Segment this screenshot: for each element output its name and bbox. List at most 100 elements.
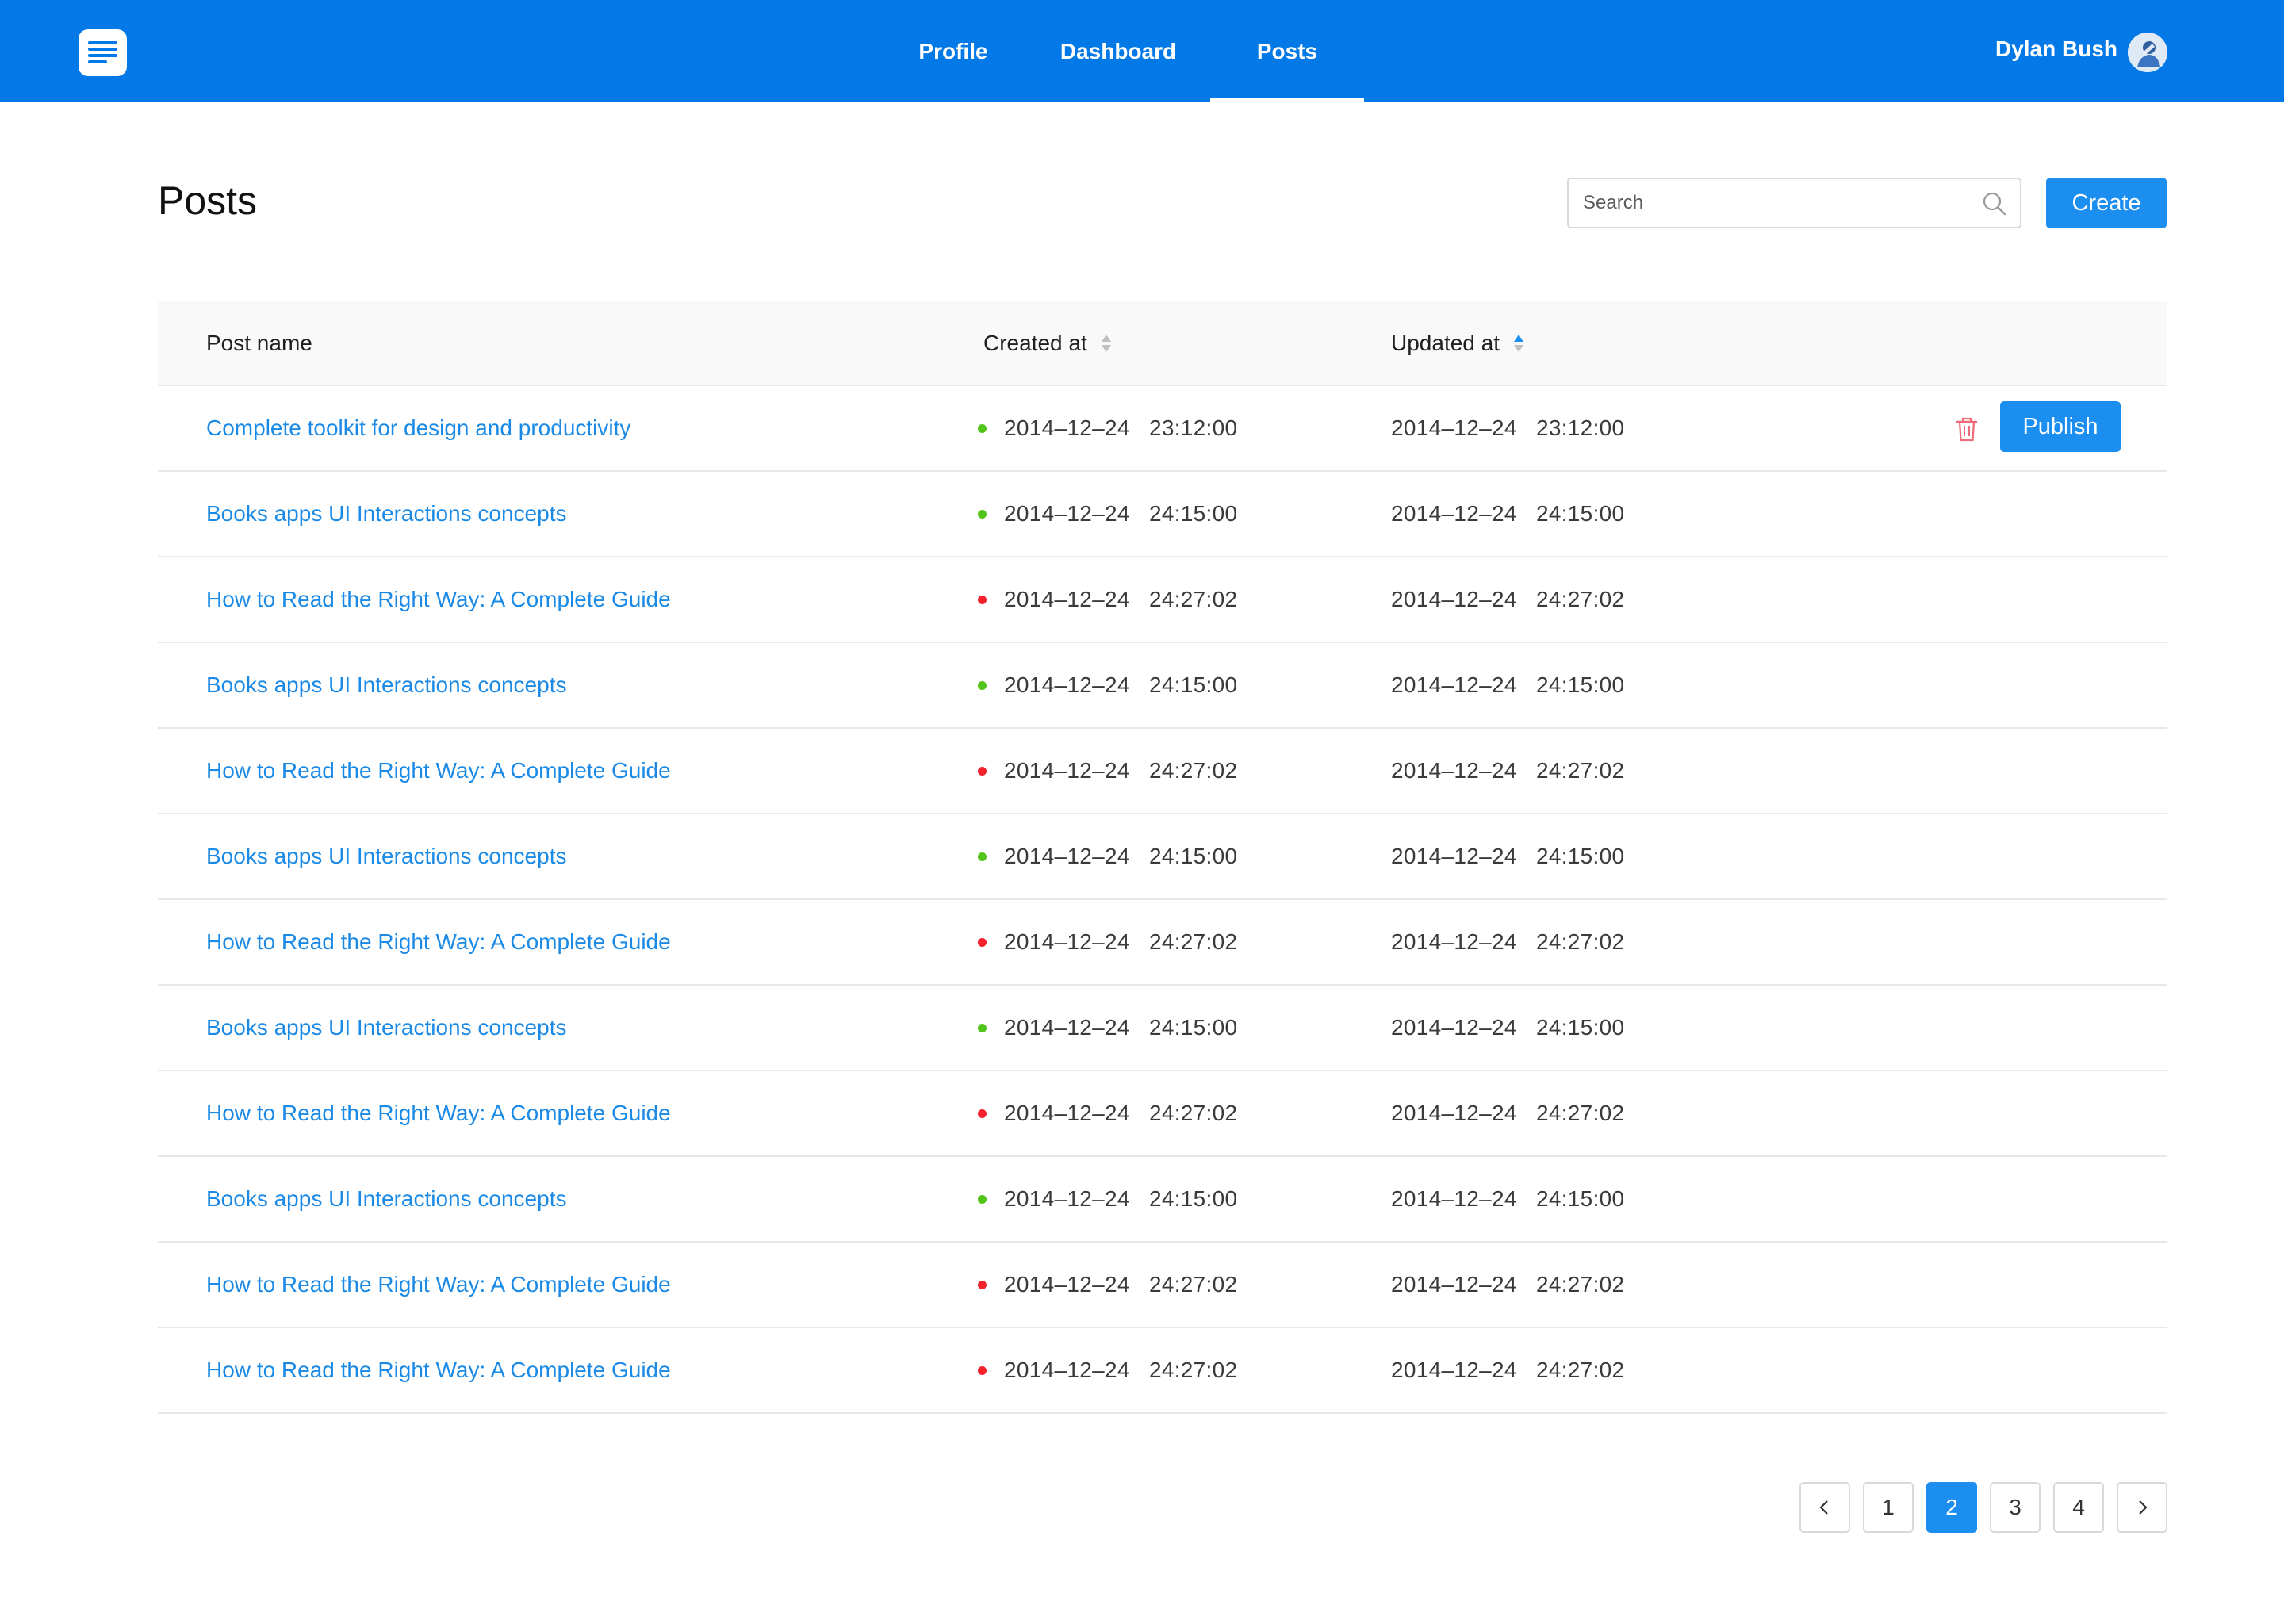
post-name-cell: How to Read the Right Way: A Complete Gu… xyxy=(206,1243,671,1327)
status-dot xyxy=(978,1194,987,1204)
pagination-page-3[interactable]: 3 xyxy=(1990,1482,2041,1533)
status-dot xyxy=(978,1023,987,1032)
column-label: Post name xyxy=(206,330,312,355)
app-logo-icon[interactable] xyxy=(79,29,127,76)
updated-at-cell: 2014–12–24 24:15:00 xyxy=(1391,814,1624,898)
nav-tab-dashboard[interactable]: Dashboard xyxy=(1048,0,1188,102)
column-header-updated-at[interactable]: Updated at xyxy=(1391,301,1523,385)
post-name-cell: Books apps UI Interactions concepts xyxy=(206,472,566,556)
post-name-link[interactable]: Books apps UI Interactions concepts xyxy=(206,672,566,698)
table-row: How to Read the Right Way: A Complete Gu… xyxy=(158,1243,2167,1328)
status-dot xyxy=(978,509,987,519)
created-at-cell: 2014–12–24 23:12:00 xyxy=(978,386,1237,470)
table-row: Complete toolkit for design and producti… xyxy=(158,386,2167,472)
table-row: How to Read the Right Way: A Complete Gu… xyxy=(158,900,2167,986)
updated-at-cell: 2014–12–24 24:27:02 xyxy=(1391,1243,1624,1327)
updated-at-value: 2014–12–24 24:15:00 xyxy=(1391,501,1625,526)
nav-tab-profile[interactable]: Profile xyxy=(895,0,1012,102)
post-name-link[interactable]: Books apps UI Interactions concepts xyxy=(206,844,566,869)
search-input[interactable] xyxy=(1569,179,2020,227)
post-name-cell: Books apps UI Interactions concepts xyxy=(206,1157,566,1241)
updated-at-cell: 2014–12–24 24:15:00 xyxy=(1391,1157,1624,1241)
created-at-value: 2014–12–24 23:12:00 xyxy=(1004,416,1238,440)
created-at-value: 2014–12–24 24:27:02 xyxy=(1004,1101,1238,1125)
created-at-cell: 2014–12–24 24:15:00 xyxy=(978,472,1237,556)
column-header-created-at[interactable]: Created at xyxy=(983,301,1111,385)
updated-at-cell: 2014–12–24 24:15:00 xyxy=(1391,472,1624,556)
pagination-page-2[interactable]: 2 xyxy=(1926,1482,1977,1533)
delete-trash-icon[interactable] xyxy=(1953,415,1981,443)
column-label: Created at xyxy=(983,330,1087,355)
search-icon[interactable] xyxy=(1982,191,2007,216)
updated-at-value: 2014–12–24 24:27:02 xyxy=(1391,1358,1625,1382)
sort-ascending-icon[interactable] xyxy=(1514,334,1523,353)
pagination-prev-button[interactable] xyxy=(1799,1482,1850,1533)
post-name-link[interactable]: How to Read the Right Way: A Complete Gu… xyxy=(206,929,671,955)
created-at-value: 2014–12–24 24:15:00 xyxy=(1004,672,1238,697)
post-name-cell: How to Read the Right Way: A Complete Gu… xyxy=(206,900,671,984)
status-dot xyxy=(978,1109,987,1118)
created-at-value: 2014–12–24 24:27:02 xyxy=(1004,929,1238,954)
created-at-value: 2014–12–24 24:15:00 xyxy=(1004,501,1238,526)
post-name-link[interactable]: How to Read the Right Way: A Complete Gu… xyxy=(206,587,671,612)
updated-at-value: 2014–12–24 24:15:00 xyxy=(1391,1015,1625,1040)
post-name-link[interactable]: How to Read the Right Way: A Complete Gu… xyxy=(206,1358,671,1383)
updated-at-cell: 2014–12–24 23:12:00 xyxy=(1391,386,1624,470)
updated-at-value: 2014–12–24 24:15:00 xyxy=(1391,672,1625,697)
post-name-link[interactable]: How to Read the Right Way: A Complete Gu… xyxy=(206,1101,671,1126)
table-row: How to Read the Right Way: A Complete Gu… xyxy=(158,1071,2167,1157)
status-dot xyxy=(978,937,987,947)
status-dot xyxy=(978,423,987,433)
post-name-cell: Books apps UI Interactions concepts xyxy=(206,643,566,727)
status-dot xyxy=(978,595,987,604)
post-name-link[interactable]: How to Read the Right Way: A Complete Gu… xyxy=(206,758,671,783)
page-title: Posts xyxy=(158,178,258,223)
post-name-link[interactable]: Books apps UI Interactions concepts xyxy=(206,1186,566,1212)
updated-at-value: 2014–12–24 24:27:02 xyxy=(1391,587,1625,611)
updated-at-cell: 2014–12–24 24:27:02 xyxy=(1391,1328,1624,1412)
updated-at-value: 2014–12–24 24:15:00 xyxy=(1391,1186,1625,1211)
post-name-link[interactable]: Complete toolkit for design and producti… xyxy=(206,416,630,441)
post-name-link[interactable]: Books apps UI Interactions concepts xyxy=(206,501,566,527)
post-name-cell: Complete toolkit for design and producti… xyxy=(206,386,630,470)
created-at-value: 2014–12–24 24:27:02 xyxy=(1004,1272,1238,1297)
table-row: How to Read the Right Way: A Complete Gu… xyxy=(158,729,2167,814)
created-at-value: 2014–12–24 24:15:00 xyxy=(1004,1015,1238,1040)
pagination-page-4[interactable]: 4 xyxy=(2053,1482,2104,1533)
updated-at-value: 2014–12–24 24:27:02 xyxy=(1391,1101,1625,1125)
table-header: Post name Created at Updated at xyxy=(158,301,2167,386)
column-label: Updated at xyxy=(1391,330,1500,355)
search-box[interactable] xyxy=(1567,178,2021,228)
table-row: Books apps UI Interactions concepts 2014–… xyxy=(158,986,2167,1071)
sort-icon[interactable] xyxy=(1101,334,1111,353)
post-name-cell: How to Read the Right Way: A Complete Gu… xyxy=(206,1071,671,1155)
table-row: Books apps UI Interactions concepts 2014–… xyxy=(158,643,2167,729)
created-at-cell: 2014–12–24 24:27:02 xyxy=(978,729,1237,813)
created-at-value: 2014–12–24 24:27:02 xyxy=(1004,587,1238,611)
post-name-cell: How to Read the Right Way: A Complete Gu… xyxy=(206,557,671,642)
created-at-cell: 2014–12–24 24:27:02 xyxy=(978,1243,1237,1327)
post-name-cell: Books apps UI Interactions concepts xyxy=(206,986,566,1070)
post-name-cell: How to Read the Right Way: A Complete Gu… xyxy=(206,729,671,813)
publish-button[interactable]: Publish xyxy=(2000,401,2121,452)
nav-tab-posts[interactable]: Posts xyxy=(1210,0,1364,102)
status-dot xyxy=(978,680,987,690)
table-row: Books apps UI Interactions concepts 2014–… xyxy=(158,472,2167,557)
updated-at-value: 2014–12–24 23:12:00 xyxy=(1391,416,1625,440)
pagination-page-1[interactable]: 1 xyxy=(1863,1482,1914,1533)
create-button[interactable]: Create xyxy=(2046,178,2167,228)
created-at-cell: 2014–12–24 24:27:02 xyxy=(978,900,1237,984)
updated-at-value: 2014–12–24 24:27:02 xyxy=(1391,1272,1625,1297)
updated-at-value: 2014–12–24 24:27:02 xyxy=(1391,758,1625,783)
created-at-cell: 2014–12–24 24:27:02 xyxy=(978,1328,1237,1412)
user-avatar-icon[interactable] xyxy=(2128,33,2167,72)
table-row: How to Read the Right Way: A Complete Gu… xyxy=(158,1328,2167,1414)
pagination-next-button[interactable] xyxy=(2117,1482,2167,1533)
created-at-cell: 2014–12–24 24:27:02 xyxy=(978,1071,1237,1155)
created-at-cell: 2014–12–24 24:27:02 xyxy=(978,557,1237,642)
post-name-link[interactable]: How to Read the Right Way: A Complete Gu… xyxy=(206,1272,671,1297)
user-name[interactable]: Dylan Bush xyxy=(1995,36,2117,62)
post-name-link[interactable]: Books apps UI Interactions concepts xyxy=(206,1015,566,1040)
updated-at-cell: 2014–12–24 24:27:02 xyxy=(1391,557,1624,642)
created-at-cell: 2014–12–24 24:15:00 xyxy=(978,643,1237,727)
